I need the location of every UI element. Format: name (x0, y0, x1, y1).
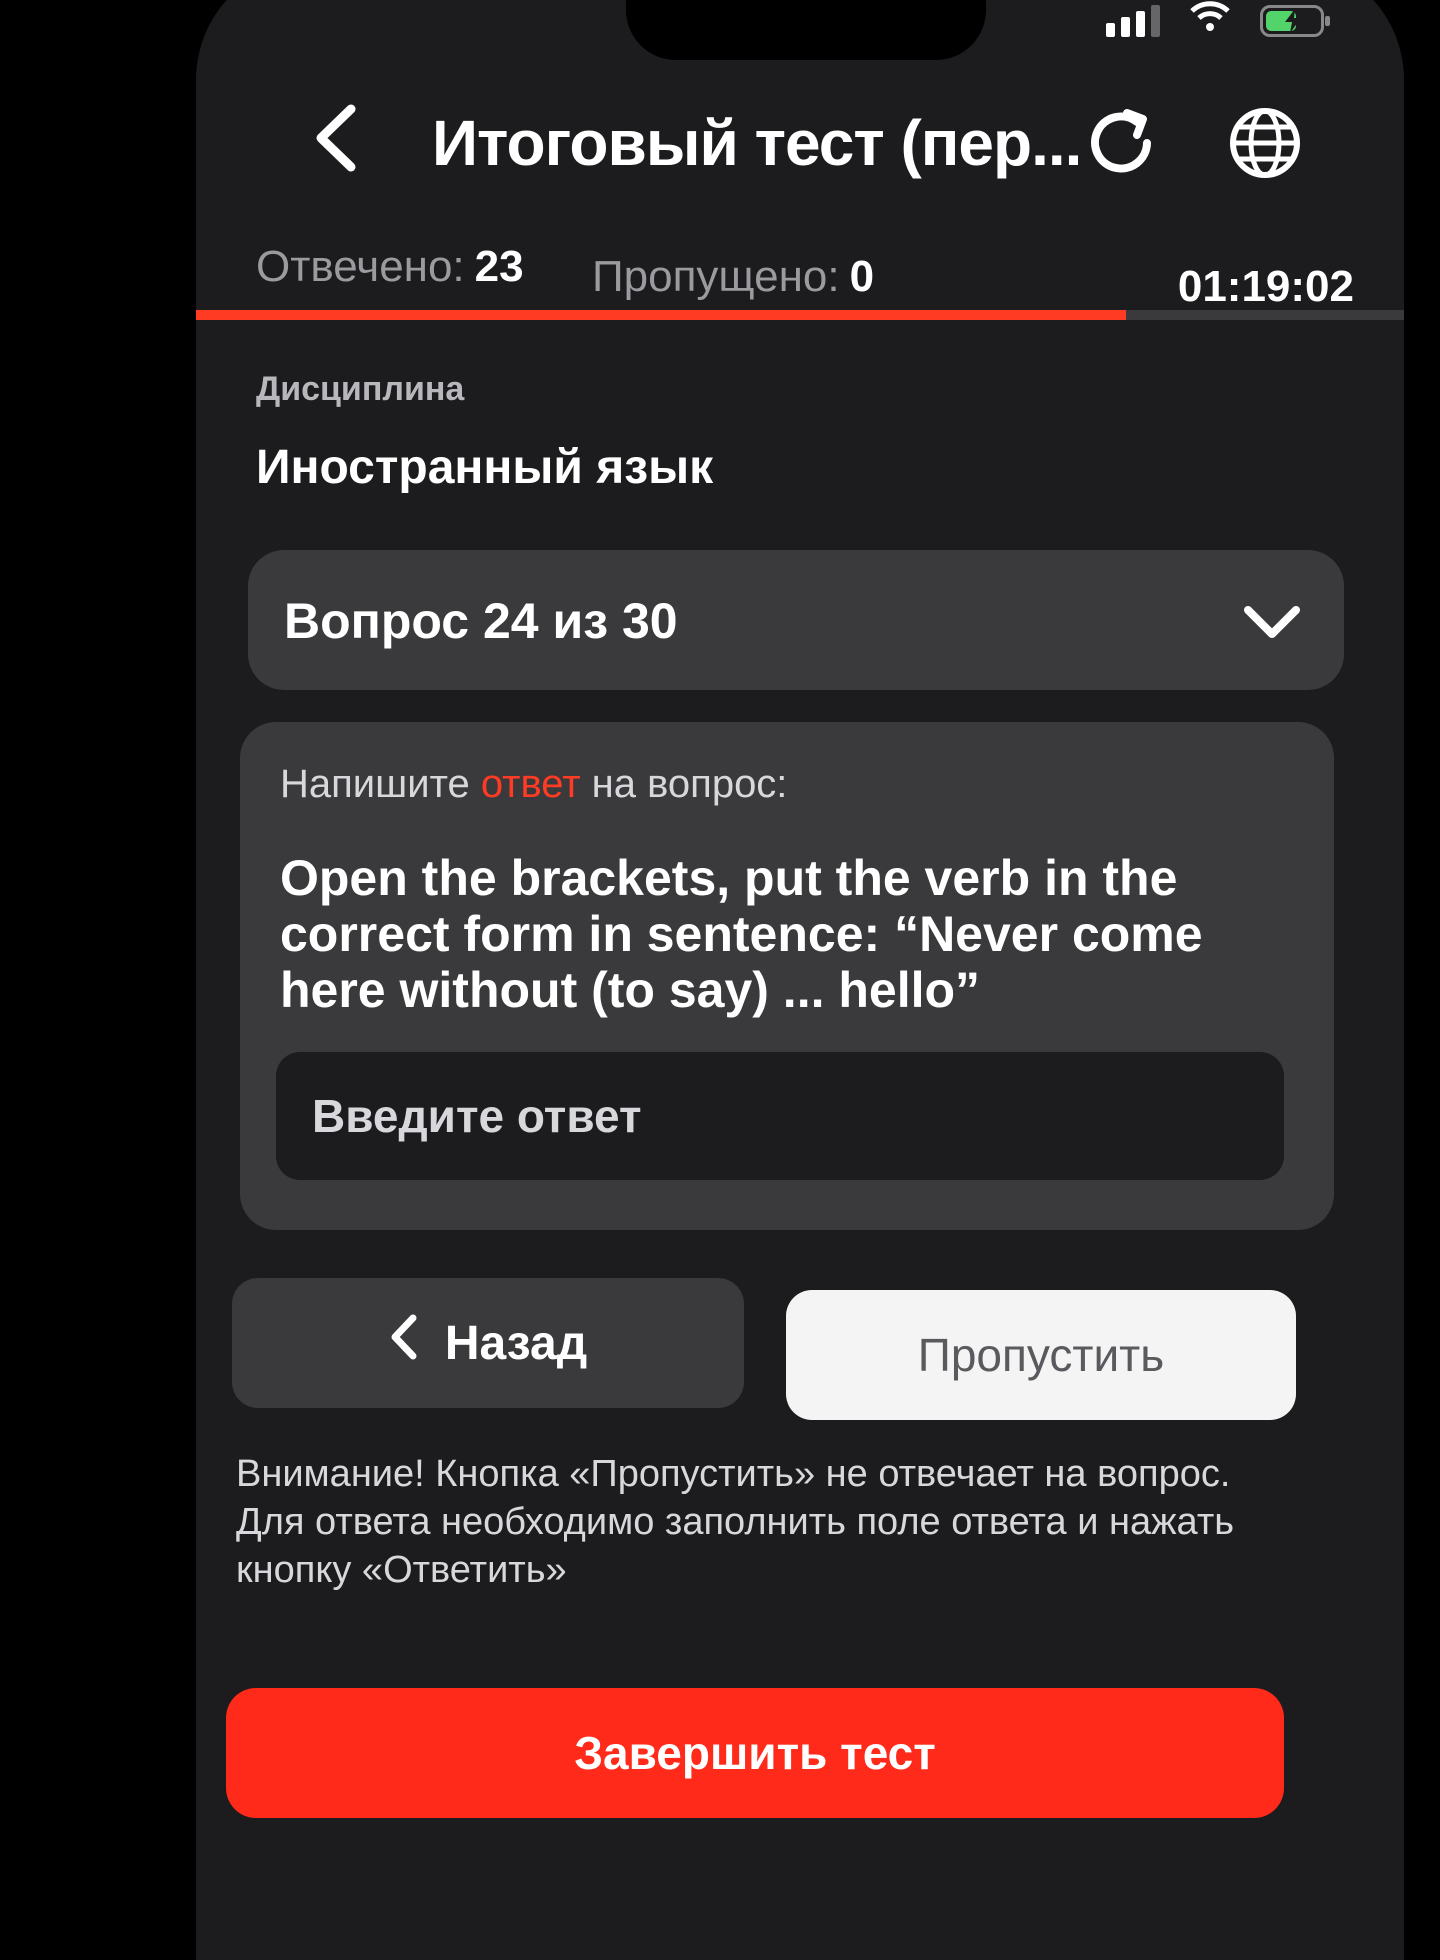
progress-fill (196, 310, 1127, 320)
battery-charging-icon (1260, 5, 1330, 37)
skip-button-label: Пропустить (917, 1329, 1165, 1381)
question-prompt: Напишите ответ на вопрос: (280, 762, 787, 807)
chevron-down-icon (1240, 590, 1304, 654)
globe-icon[interactable] (1220, 98, 1310, 188)
progress-bar (196, 310, 1404, 320)
discipline-value: Иностранный язык (256, 441, 714, 494)
prompt-text-end: на вопрос: (580, 762, 788, 806)
skip-warning: Внимание! Кнопка «Пропустить» не отвечае… (236, 1453, 1235, 1591)
skipped-stat: Пропущено: 0 (592, 252, 874, 302)
answered-count: 23 (474, 242, 524, 291)
prompt-accent-word: ответ (480, 762, 581, 806)
back-button-label: Назад (444, 1316, 588, 1370)
back-icon[interactable] (296, 98, 376, 178)
timer: 01:19:02 (1177, 262, 1354, 311)
test-stats: Отвечено: 23 Пропущено: 0 01:19:02 (256, 242, 1364, 312)
finish-test-button[interactable]: Завершить тест (226, 1688, 1284, 1818)
answered-label: Отвечено: (256, 242, 465, 291)
skipped-label: Пропущено: (592, 252, 840, 301)
phone-screen: Итоговый тест (пер... Отвечено: 23 Пропущ… (196, 0, 1404, 1960)
finish-test-label: Завершить тест (574, 1727, 936, 1779)
back-button[interactable]: Назад (232, 1278, 744, 1408)
answered-stat: Отвечено: 23 (256, 242, 524, 292)
question-selector-label: Вопрос 24 из 30 (284, 593, 678, 649)
skip-button[interactable]: Пропустить (786, 1290, 1296, 1420)
header: Итоговый тест (пер... (196, 80, 1404, 200)
status-bar (1106, 0, 1330, 37)
prompt-text-start: Напишите (280, 762, 481, 806)
notch (626, 0, 986, 60)
answer-input[interactable] (276, 1052, 1284, 1180)
question-text: Open the brackets, put the verb in the c… (280, 850, 1203, 1018)
question-card: Напишите ответ на вопрос: Open the brack… (240, 722, 1334, 1230)
wifi-icon (1190, 0, 1230, 37)
refresh-icon[interactable] (1076, 98, 1166, 188)
question-selector[interactable]: Вопрос 24 из 30 (248, 550, 1344, 690)
page-title: Итоговый тест (пер... (432, 107, 1082, 179)
discipline-label: Дисциплина (256, 370, 465, 408)
skipped-count: 0 (849, 252, 875, 301)
chevron-left-icon (389, 1314, 419, 1372)
signal-icon (1106, 5, 1160, 37)
